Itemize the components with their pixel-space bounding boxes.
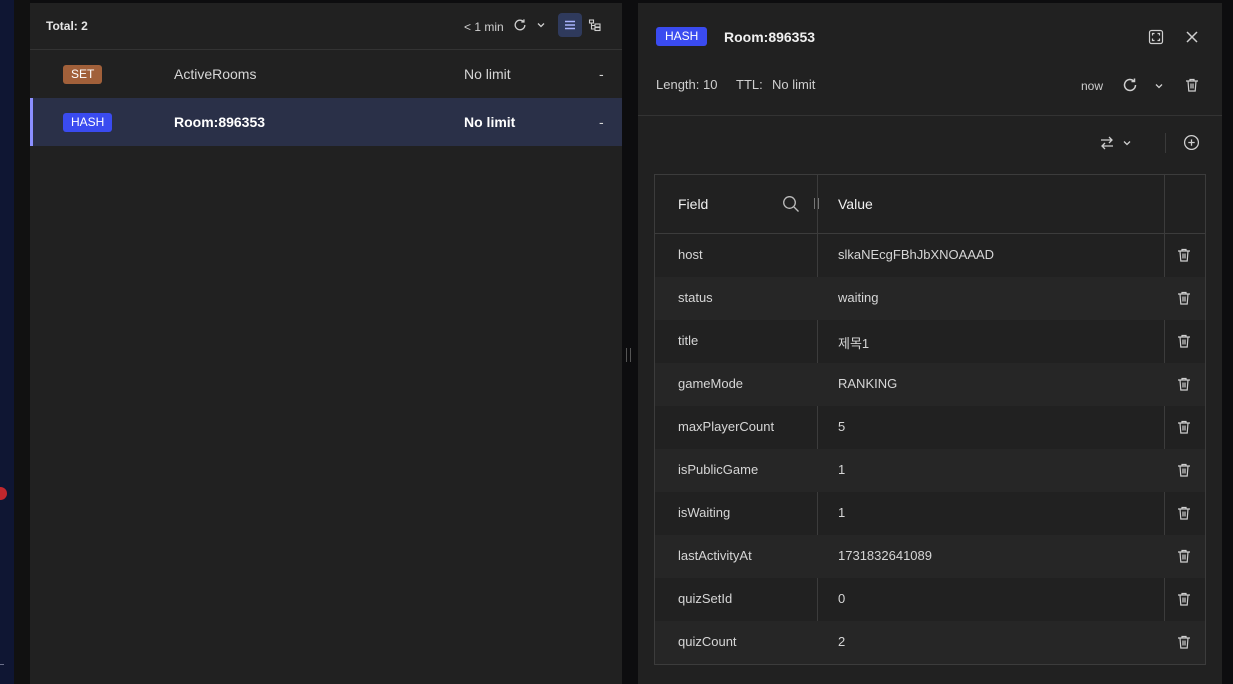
- field-cell: title: [678, 333, 699, 348]
- ttl-label: TTL:: [736, 77, 763, 92]
- trash-icon[interactable]: [1175, 461, 1193, 479]
- tree-view-icon[interactable]: [583, 13, 607, 37]
- trash-icon[interactable]: [1175, 633, 1193, 651]
- table-row[interactable]: maxPlayerCount 5: [655, 406, 1205, 449]
- chevron-down-icon[interactable]: [1148, 75, 1170, 97]
- field-cell: isPublicGame: [678, 462, 759, 477]
- search-icon[interactable]: [780, 193, 802, 215]
- ttl-value: No limit: [772, 77, 816, 92]
- field-column-header: Field: [655, 175, 819, 234]
- panel-gap: [14, 0, 30, 684]
- key-details-panel: HASH Room:896353 Length: 10 TTL: No limi…: [638, 3, 1222, 684]
- table-row[interactable]: status waiting: [655, 277, 1205, 320]
- key-ttl: No limit: [464, 114, 516, 130]
- field-cell: isWaiting: [678, 505, 731, 520]
- key-row[interactable]: SET ActiveRooms No limit -: [30, 50, 622, 98]
- key-row-selected[interactable]: HASH Room:896353 No limit -: [30, 98, 622, 146]
- value-cell[interactable]: 1: [838, 505, 845, 520]
- last-refresh-time: < 1 min: [464, 20, 504, 34]
- trash-icon[interactable]: [1175, 375, 1193, 393]
- expand-icon[interactable]: [1145, 26, 1167, 48]
- key-size: -: [599, 114, 604, 130]
- trash-icon[interactable]: [1175, 332, 1193, 350]
- trash-icon[interactable]: [1175, 418, 1193, 436]
- trash-icon[interactable]: [1175, 289, 1193, 307]
- plus-circle-icon[interactable]: [1180, 131, 1202, 153]
- chevron-down-icon[interactable]: [1116, 132, 1138, 154]
- table-row[interactable]: quizSetId 0: [655, 578, 1205, 621]
- trash-icon[interactable]: [1175, 590, 1193, 608]
- sidebar-strip: [0, 0, 14, 684]
- chevron-down-icon[interactable]: [532, 16, 550, 34]
- field-column-label: Field: [678, 196, 709, 212]
- type-badge-set: SET: [63, 65, 103, 84]
- trash-icon[interactable]: [1175, 504, 1193, 522]
- table-row[interactable]: host slkaNEcgFBhJbXNOAAAD: [655, 234, 1205, 277]
- selection-accent: [30, 98, 33, 146]
- toolbar-separator: [1165, 133, 1166, 153]
- table-row[interactable]: title 제목1: [655, 320, 1205, 363]
- value-cell[interactable]: 1: [838, 462, 845, 477]
- key-ttl: No limit: [464, 66, 511, 82]
- length-info: Length: 10: [656, 77, 718, 92]
- refresh-icon[interactable]: [511, 16, 529, 34]
- value-cell[interactable]: 5: [838, 419, 845, 434]
- value-column-header: Value: [818, 175, 1165, 234]
- close-icon[interactable]: [1181, 26, 1203, 48]
- value-cell[interactable]: 1731832641089: [838, 548, 932, 563]
- trash-icon[interactable]: [1175, 246, 1193, 264]
- value-cell[interactable]: slkaNEcgFBhJbXNOAAAD: [838, 247, 994, 262]
- key-name: Room:896353: [174, 114, 266, 130]
- field-cell: quizSetId: [678, 591, 733, 606]
- total-count: Total: 2: [46, 19, 88, 33]
- list-view-icon[interactable]: [558, 13, 582, 37]
- value-cell[interactable]: waiting: [838, 290, 878, 305]
- value-cell[interactable]: 2: [838, 634, 845, 649]
- field-cell: gameMode: [678, 376, 744, 391]
- panel-resize-handle[interactable]: [626, 348, 631, 362]
- field-cell: lastActivityAt: [678, 548, 752, 563]
- value-cell[interactable]: RANKING: [838, 376, 897, 391]
- swap-icon[interactable]: [1096, 132, 1118, 154]
- table-row[interactable]: isWaiting 1: [655, 492, 1205, 535]
- table-row[interactable]: quizCount 2: [655, 621, 1205, 664]
- value-cell[interactable]: 제목1: [838, 333, 869, 352]
- refresh-icon[interactable]: [1119, 74, 1141, 96]
- key-name: ActiveRooms: [174, 66, 257, 82]
- value-cell[interactable]: 0: [838, 591, 845, 606]
- last-refresh-time: now: [1081, 79, 1104, 93]
- table-row[interactable]: gameMode RANKING: [655, 363, 1205, 406]
- key-list-panel: Total: 2 < 1 min SET ActiveRooms No limi…: [30, 3, 622, 684]
- notification-dot: [0, 487, 7, 500]
- actions-column-header: [1165, 175, 1205, 234]
- table-row[interactable]: lastActivityAt 1731832641089: [655, 535, 1205, 578]
- key-title: Room:896353: [724, 29, 816, 45]
- type-badge-hash: HASH: [656, 27, 708, 46]
- trash-icon[interactable]: [1175, 547, 1193, 565]
- type-badge-hash: HASH: [63, 113, 113, 132]
- table-row[interactable]: isPublicGame 1: [655, 449, 1205, 492]
- hash-fields-table: Field Value host slkaNEcgFBhJbXNOAAAD st…: [654, 174, 1206, 665]
- details-divider: [638, 115, 1222, 116]
- value-column-label: Value: [838, 196, 873, 212]
- field-cell: status: [678, 290, 713, 305]
- field-cell: host: [678, 247, 703, 262]
- trash-icon[interactable]: [1181, 74, 1203, 96]
- key-list-header: Total: 2 < 1 min: [30, 3, 622, 50]
- sidebar-tick: [0, 664, 4, 665]
- field-cell: quizCount: [678, 634, 737, 649]
- field-cell: maxPlayerCount: [678, 419, 775, 434]
- key-size: -: [599, 66, 604, 82]
